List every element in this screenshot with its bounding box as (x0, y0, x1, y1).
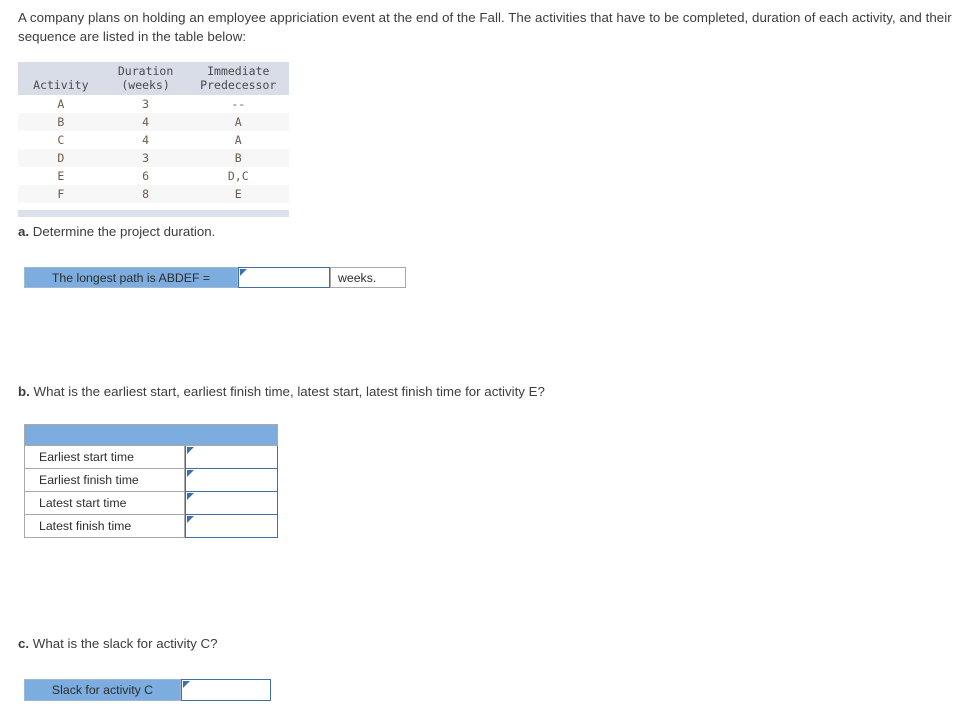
cell-activity: A (18, 95, 104, 113)
latest-finish-time-input[interactable] (185, 515, 278, 538)
header-duration: Duration (weeks) (103, 62, 188, 95)
cell-predecessor: B (187, 149, 289, 167)
activity-table-body: A 3 -- B 4 A C 4 A D 3 B E 6 D,C F 8 E (18, 95, 289, 203)
activity-table-header-row: Activity Duration (weeks) Immediate Pred… (18, 62, 289, 95)
weeks-suffix-label: weeks. (330, 267, 406, 288)
question-c-marker: c. (18, 636, 30, 651)
answer-strip-a: The longest path is ABDEF = weeks. (24, 267, 406, 288)
header-predecessor: Immediate Predecessor (187, 62, 289, 95)
table-row: Latest finish time (24, 515, 278, 538)
latest-start-time-input[interactable] (185, 492, 278, 515)
table-row: E 6 D,C (18, 167, 289, 185)
activity-table-head: Activity Duration (weeks) Immediate Pred… (18, 62, 289, 95)
latest-start-time-label: Latest start time (24, 492, 185, 515)
cell-predecessor: E (187, 185, 289, 203)
question-a-marker: a. (18, 224, 30, 239)
cell-activity: B (18, 113, 104, 131)
cell-duration: 3 (103, 95, 188, 113)
cell-activity: D (18, 149, 104, 167)
activity-table: Activity Duration (weeks) Immediate Pred… (18, 62, 289, 203)
question-a: a. Determine the project duration. (18, 222, 215, 241)
latest-finish-time-label: Latest finish time (24, 515, 185, 538)
cell-activity: F (18, 185, 104, 203)
header-duration-line1: Duration (117, 64, 174, 78)
longest-path-label: The longest path is ABDEF = (24, 267, 238, 288)
header-activity: Activity (18, 62, 104, 95)
project-duration-input[interactable] (238, 267, 330, 288)
question-a-text: Determine the project duration. (29, 224, 216, 239)
cell-duration: 4 (103, 131, 188, 149)
table-row: D 3 B (18, 149, 289, 167)
question-b-marker: b. (18, 384, 30, 399)
table-row: A 3 -- (18, 95, 289, 113)
cell-duration: 8 (103, 185, 188, 203)
table-row: C 4 A (18, 131, 289, 149)
cell-predecessor: A (187, 113, 289, 131)
cell-predecessor: D,C (187, 167, 289, 185)
activity-e-times-header (24, 424, 278, 446)
slack-activity-c-input[interactable] (181, 679, 271, 701)
earliest-start-time-label: Earliest start time (24, 446, 185, 469)
question-b-text: What is the earliest start, earliest fin… (29, 384, 545, 399)
cell-predecessor: -- (187, 95, 289, 113)
table-footer-bar (18, 210, 289, 217)
question-b: b. What is the earliest start, earliest … (18, 382, 718, 401)
table-row: F 8 E (18, 185, 289, 203)
cell-duration: 3 (103, 149, 188, 167)
table-row: Earliest finish time (24, 469, 278, 492)
header-predecessor-line2: Predecessor (200, 78, 277, 92)
cell-duration: 6 (103, 167, 188, 185)
header-duration-line2: (weeks) (121, 78, 170, 92)
cell-activity: E (18, 167, 104, 185)
answer-strip-c: Slack for activity C (24, 679, 271, 701)
earliest-finish-time-label: Earliest finish time (24, 469, 185, 492)
table-row: B 4 A (18, 113, 289, 131)
question-c: c. What is the slack for activity C? (18, 634, 218, 653)
intro-paragraph: A company plans on holding an employee a… (18, 10, 952, 44)
cell-activity: C (18, 131, 104, 149)
earliest-start-time-input[interactable] (185, 446, 278, 469)
table-row: Earliest start time (24, 446, 278, 469)
activity-table-container: Activity Duration (weeks) Immediate Pred… (18, 62, 289, 217)
cell-predecessor: A (187, 131, 289, 149)
question-c-text: What is the slack for activity C? (29, 636, 218, 651)
cell-duration: 4 (103, 113, 188, 131)
header-activity-line1 (20, 64, 102, 78)
header-predecessor-line1: Immediate (207, 64, 270, 78)
header-activity-line2: Activity (33, 78, 89, 92)
activity-e-times-table: Earliest start time Earliest finish time… (24, 424, 278, 538)
slack-activity-c-label: Slack for activity C (24, 679, 181, 701)
table-row: Latest start time (24, 492, 278, 515)
earliest-finish-time-input[interactable] (185, 469, 278, 492)
